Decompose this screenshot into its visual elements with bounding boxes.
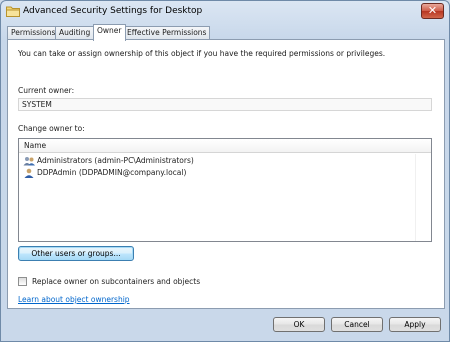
column-header-name[interactable]: Name	[19, 139, 431, 153]
list-item-administrators[interactable]: Administrators (admin-PC\Administrators)	[21, 155, 429, 167]
close-icon: ✕	[427, 4, 438, 17]
owner-tab-panel: You can take or assign ownership of this…	[7, 39, 445, 309]
title-bar[interactable]: Advanced Security Settings for Desktop ✕	[1, 1, 449, 23]
tab-owner[interactable]: Owner	[93, 24, 126, 41]
replace-owner-checkbox[interactable]	[18, 277, 27, 286]
list-item-label: DDPAdmin (DDPADMIN@company.local)	[37, 168, 187, 177]
learn-ownership-link[interactable]: Learn about object ownership	[18, 295, 130, 304]
list-item-label: Administrators (admin-PC\Administrators)	[37, 156, 194, 165]
window-title: Advanced Security Settings for Desktop	[23, 6, 203, 16]
tab-permissions[interactable]: Permissions	[7, 26, 60, 40]
other-users-or-groups-button[interactable]: Other users or groups...	[18, 246, 134, 261]
current-owner-label: Current owner:	[18, 86, 75, 95]
list-item-ddpadmin[interactable]: DDPAdmin (DDPADMIN@company.local)	[21, 167, 429, 179]
cancel-button[interactable]: Cancel	[331, 317, 383, 332]
security-settings-window: Advanced Security Settings for Desktop ✕…	[0, 0, 450, 342]
user-icon	[23, 168, 35, 178]
close-button[interactable]: ✕	[421, 3, 444, 19]
tab-auditing[interactable]: Auditing	[55, 26, 95, 40]
owner-candidates-list[interactable]: Name Administrators (admin-PC\Administra…	[18, 138, 432, 242]
change-owner-label: Change owner to:	[18, 124, 85, 133]
intro-text: You can take or assign ownership of this…	[18, 49, 386, 58]
ok-button[interactable]: OK	[273, 317, 325, 332]
replace-owner-label: Replace owner on subcontainers and objec…	[32, 277, 201, 286]
current-owner-field: SYSTEM	[18, 98, 432, 111]
folder-icon	[6, 5, 20, 17]
tab-effective-permissions[interactable]: Effective Permissions	[123, 26, 211, 40]
list-scroll-area	[415, 154, 431, 241]
group-icon	[23, 156, 35, 166]
apply-button[interactable]: Apply	[389, 317, 441, 332]
